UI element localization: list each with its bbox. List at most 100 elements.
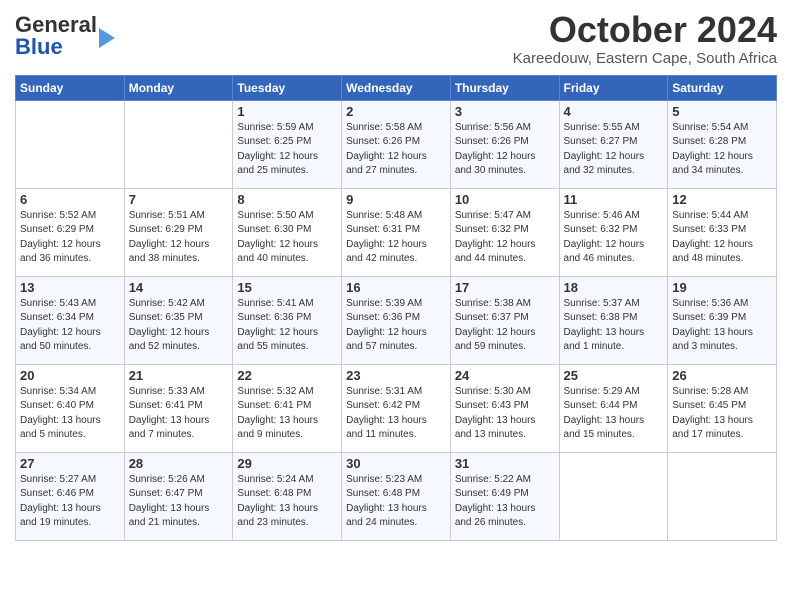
day-info: Sunrise: 5:51 AM Sunset: 6:29 PM Dayligh… (129, 209, 229, 267)
header: General Blue October 2024 Kareedouw, Eas… (15, 10, 777, 67)
day-info: Sunrise: 5:47 AM Sunset: 6:32 PM Dayligh… (455, 209, 555, 267)
calendar-week-row: 13 Sunrise: 5:43 AM Sunset: 6:34 PM Dayli… (16, 276, 777, 364)
calendar-cell: 5 Sunrise: 5:54 AM Sunset: 6:28 PM Daylig… (668, 100, 777, 188)
day-number: 29 (237, 456, 337, 471)
day-number: 9 (346, 192, 446, 207)
day-number: 21 (129, 368, 229, 383)
calendar-cell: 12Sunrise: 5:44 AM Sunset: 6:33 PM Dayli… (668, 188, 777, 276)
day-number: 2 (346, 104, 446, 119)
day-info: Sunrise: 5:52 AM Sunset: 6:29 PM Dayligh… (20, 209, 120, 267)
logo-text: General Blue (15, 14, 97, 58)
day-info: Sunrise: 5:58 AM Sunset: 6:26 PM Dayligh… (346, 121, 446, 179)
day-info: Sunrise: 5:59 AM Sunset: 6:25 PM Dayligh… (237, 121, 337, 179)
calendar-cell: 13 Sunrise: 5:43 AM Sunset: 6:34 PM Dayli… (16, 276, 125, 364)
calendar-cell: 11Sunrise: 5:46 AM Sunset: 6:32 PM Dayli… (559, 188, 668, 276)
column-header-thursday: Thursday (450, 75, 559, 100)
column-header-tuesday: Tuesday (233, 75, 342, 100)
day-info: Sunrise: 5:41 AM Sunset: 6:36 PM Dayligh… (237, 297, 337, 355)
day-number: 14 (129, 280, 229, 295)
day-number: 23 (346, 368, 446, 383)
calendar-cell: 23Sunrise: 5:31 AM Sunset: 6:42 PM Dayli… (342, 364, 451, 452)
day-info: Sunrise: 5:23 AM Sunset: 6:48 PM Dayligh… (346, 473, 446, 531)
day-info: Sunrise: 5:43 AM Sunset: 6:34 PM Dayligh… (20, 297, 120, 355)
day-info: Sunrise: 5:56 AM Sunset: 6:26 PM Dayligh… (455, 121, 555, 179)
day-info: Sunrise: 5:54 AM Sunset: 6:28 PM Dayligh… (672, 121, 772, 179)
calendar-week-row: 6 Sunrise: 5:52 AM Sunset: 6:29 PM Daylig… (16, 188, 777, 276)
calendar-cell: 18Sunrise: 5:37 AM Sunset: 6:38 PM Dayli… (559, 276, 668, 364)
calendar-cell: 20 Sunrise: 5:34 AM Sunset: 6:40 PM Dayli… (16, 364, 125, 452)
logo: General Blue (15, 14, 115, 58)
day-info: Sunrise: 5:46 AM Sunset: 6:32 PM Dayligh… (564, 209, 664, 267)
calendar-cell (559, 452, 668, 540)
page: General Blue October 2024 Kareedouw, Eas… (0, 0, 792, 556)
day-info: Sunrise: 5:33 AM Sunset: 6:41 PM Dayligh… (129, 385, 229, 443)
day-number: 15 (237, 280, 337, 295)
calendar-cell: 3 Sunrise: 5:56 AM Sunset: 6:26 PM Daylig… (450, 100, 559, 188)
day-number: 8 (237, 192, 337, 207)
day-info: Sunrise: 5:28 AM Sunset: 6:45 PM Dayligh… (672, 385, 772, 443)
column-header-friday: Friday (559, 75, 668, 100)
day-number: 31 (455, 456, 555, 471)
calendar-cell: 17 Sunrise: 5:38 AM Sunset: 6:37 PM Dayli… (450, 276, 559, 364)
day-number: 7 (129, 192, 229, 207)
day-info: Sunrise: 5:29 AM Sunset: 6:44 PM Dayligh… (564, 385, 664, 443)
day-info: Sunrise: 5:22 AM Sunset: 6:49 PM Dayligh… (455, 473, 555, 531)
calendar-cell (16, 100, 125, 188)
column-header-sunday: Sunday (16, 75, 125, 100)
day-number: 5 (672, 104, 772, 119)
calendar-cell: 27Sunrise: 5:27 AM Sunset: 6:46 PM Dayli… (16, 452, 125, 540)
column-header-wednesday: Wednesday (342, 75, 451, 100)
day-number: 4 (564, 104, 664, 119)
day-number: 30 (346, 456, 446, 471)
day-info: Sunrise: 5:36 AM Sunset: 6:39 PM Dayligh… (672, 297, 772, 355)
calendar-week-row: 20 Sunrise: 5:34 AM Sunset: 6:40 PM Dayli… (16, 364, 777, 452)
day-info: Sunrise: 5:55 AM Sunset: 6:27 PM Dayligh… (564, 121, 664, 179)
day-number: 26 (672, 368, 772, 383)
month-year-title: October 2024 (513, 10, 777, 50)
column-header-monday: Monday (124, 75, 233, 100)
column-header-saturday: Saturday (668, 75, 777, 100)
calendar-cell: 24Sunrise: 5:30 AM Sunset: 6:43 PM Dayli… (450, 364, 559, 452)
day-info: Sunrise: 5:27 AM Sunset: 6:46 PM Dayligh… (20, 473, 120, 531)
day-info: Sunrise: 5:50 AM Sunset: 6:30 PM Dayligh… (237, 209, 337, 267)
calendar-header-row: SundayMondayTuesdayWednesdayThursdayFrid… (16, 75, 777, 100)
day-number: 12 (672, 192, 772, 207)
day-number: 13 (20, 280, 120, 295)
day-number: 22 (237, 368, 337, 383)
day-info: Sunrise: 5:30 AM Sunset: 6:43 PM Dayligh… (455, 385, 555, 443)
day-info: Sunrise: 5:34 AM Sunset: 6:40 PM Dayligh… (20, 385, 120, 443)
day-number: 28 (129, 456, 229, 471)
calendar-table: SundayMondayTuesdayWednesdayThursdayFrid… (15, 75, 777, 541)
calendar-cell: 16Sunrise: 5:39 AM Sunset: 6:36 PM Dayli… (342, 276, 451, 364)
calendar-week-row: 27Sunrise: 5:27 AM Sunset: 6:46 PM Dayli… (16, 452, 777, 540)
calendar-cell: 10 Sunrise: 5:47 AM Sunset: 6:32 PM Dayli… (450, 188, 559, 276)
calendar-cell: 2 Sunrise: 5:58 AM Sunset: 6:26 PM Daylig… (342, 100, 451, 188)
day-number: 25 (564, 368, 664, 383)
calendar-cell (668, 452, 777, 540)
day-info: Sunrise: 5:24 AM Sunset: 6:48 PM Dayligh… (237, 473, 337, 531)
day-info: Sunrise: 5:39 AM Sunset: 6:36 PM Dayligh… (346, 297, 446, 355)
day-info: Sunrise: 5:38 AM Sunset: 6:37 PM Dayligh… (455, 297, 555, 355)
day-number: 20 (20, 368, 120, 383)
calendar-cell: 21 Sunrise: 5:33 AM Sunset: 6:41 PM Dayli… (124, 364, 233, 452)
logo-blue: Blue (15, 34, 63, 59)
day-info: Sunrise: 5:32 AM Sunset: 6:41 PM Dayligh… (237, 385, 337, 443)
calendar-cell: 8 Sunrise: 5:50 AM Sunset: 6:30 PM Daylig… (233, 188, 342, 276)
calendar-cell: 19Sunrise: 5:36 AM Sunset: 6:39 PM Dayli… (668, 276, 777, 364)
calendar-cell: 6 Sunrise: 5:52 AM Sunset: 6:29 PM Daylig… (16, 188, 125, 276)
calendar-cell: 14Sunrise: 5:42 AM Sunset: 6:35 PM Dayli… (124, 276, 233, 364)
calendar-cell: 4 Sunrise: 5:55 AM Sunset: 6:27 PM Daylig… (559, 100, 668, 188)
day-number: 6 (20, 192, 120, 207)
title-area: October 2024 Kareedouw, Eastern Cape, So… (513, 10, 777, 67)
calendar-cell: 25 Sunrise: 5:29 AM Sunset: 6:44 PM Dayli… (559, 364, 668, 452)
calendar-cell: 15 Sunrise: 5:41 AM Sunset: 6:36 PM Dayli… (233, 276, 342, 364)
day-info: Sunrise: 5:48 AM Sunset: 6:31 PM Dayligh… (346, 209, 446, 267)
calendar-cell: 29 Sunrise: 5:24 AM Sunset: 6:48 PM Dayli… (233, 452, 342, 540)
day-number: 17 (455, 280, 555, 295)
location-subtitle: Kareedouw, Eastern Cape, South Africa (513, 50, 777, 67)
day-number: 3 (455, 104, 555, 119)
calendar-cell: 7 Sunrise: 5:51 AM Sunset: 6:29 PM Daylig… (124, 188, 233, 276)
calendar-cell: 1 Sunrise: 5:59 AM Sunset: 6:25 PM Daylig… (233, 100, 342, 188)
day-number: 10 (455, 192, 555, 207)
day-number: 1 (237, 104, 337, 119)
